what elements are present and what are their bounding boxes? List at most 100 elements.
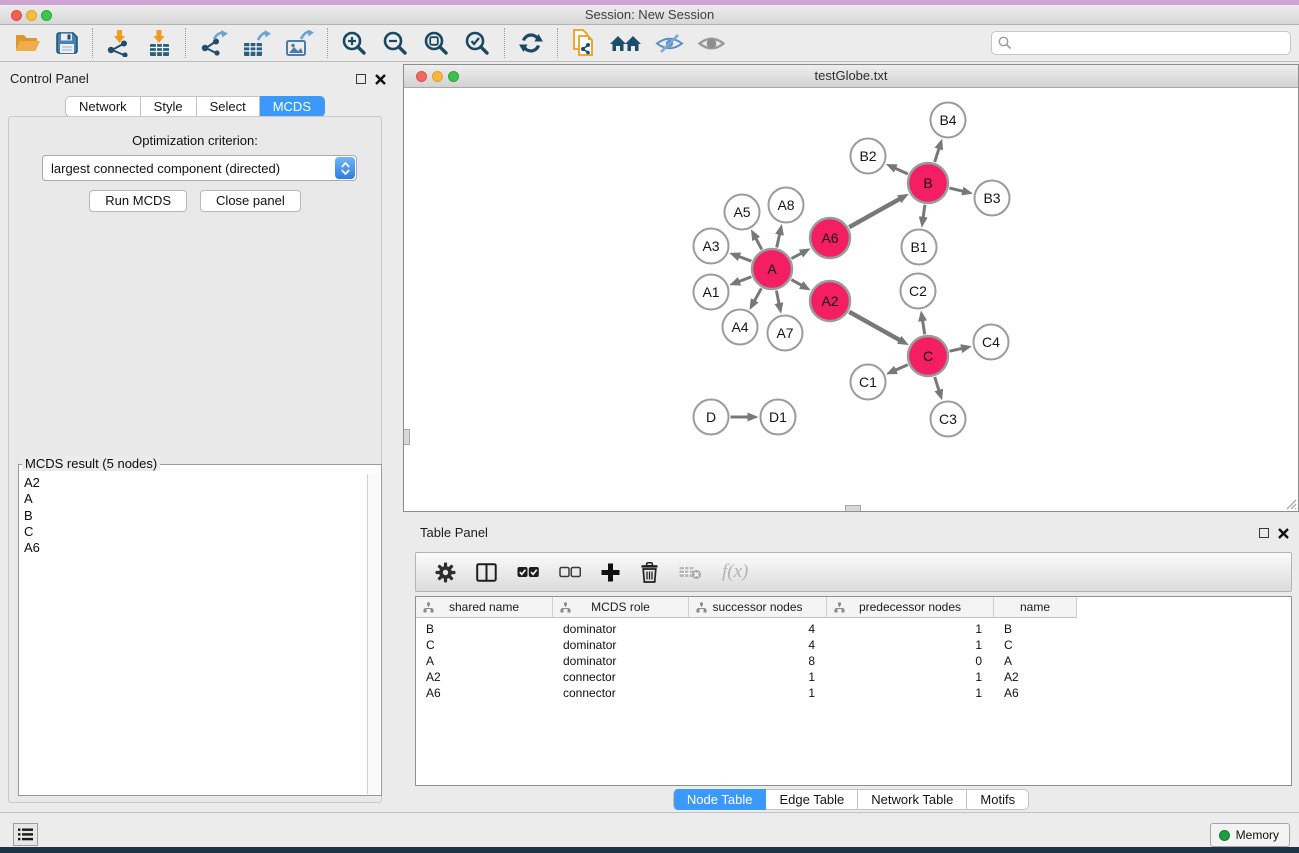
node-A[interactable]: A — [752, 249, 792, 289]
table-cell[interactable]: C — [416, 638, 553, 652]
mcds-result-item[interactable]: B — [20, 508, 366, 524]
table-row[interactable]: Cdominator41C — [416, 637, 1291, 653]
table-cell[interactable]: 1 — [689, 670, 827, 684]
column-header-predecessor-nodes[interactable]: predecessor nodes — [827, 597, 994, 618]
show-panels-button[interactable] — [691, 27, 732, 59]
table-row[interactable]: A2connector11A2 — [416, 669, 1291, 685]
column-header-MCDS-role[interactable]: MCDS role — [553, 597, 689, 618]
tab-network[interactable]: Network — [65, 96, 141, 117]
node-A7[interactable]: A7 — [768, 316, 803, 351]
table-cell[interactable]: 1 — [827, 622, 994, 636]
resize-grip-icon[interactable] — [1283, 496, 1297, 510]
node-A3[interactable]: A3 — [694, 229, 729, 264]
network-close-button[interactable] — [416, 71, 427, 82]
node-C1[interactable]: C1 — [851, 365, 886, 400]
edge-A6-B[interactable] — [849, 199, 900, 228]
table-row[interactable]: A6connector11A6 — [416, 685, 1291, 701]
import-table-button[interactable] — [139, 27, 179, 59]
table-cell[interactable]: connector — [553, 686, 689, 700]
table-cell[interactable]: dominator — [553, 622, 689, 636]
table-cell[interactable]: 8 — [689, 654, 827, 668]
node-A6[interactable]: A6 — [810, 218, 850, 258]
import-network-button[interactable] — [99, 27, 139, 59]
optimization-criterion-dropdown[interactable]: largest connected component (directed) — [42, 155, 357, 181]
column-header-name[interactable]: name — [994, 597, 1077, 618]
node-B1[interactable]: B1 — [902, 230, 937, 265]
table-cell[interactable]: B — [416, 622, 553, 636]
tab-select[interactable]: Select — [197, 96, 260, 117]
node-A8[interactable]: A8 — [769, 188, 804, 223]
table-cell[interactable]: 1 — [827, 670, 994, 684]
network-window-titlebar[interactable]: testGlobe.txt — [404, 65, 1298, 88]
node-B2[interactable]: B2 — [851, 139, 886, 174]
table-panel-float-button[interactable] — [1259, 528, 1269, 538]
home-button[interactable] — [603, 27, 648, 59]
birdseye-toggle-left[interactable] — [404, 429, 410, 445]
function-builder-button[interactable]: f(x) — [712, 561, 758, 583]
search-input[interactable] — [1016, 36, 1284, 50]
tab-motifs[interactable]: Motifs — [967, 789, 1029, 810]
tab-node-table[interactable]: Node Table — [673, 789, 767, 810]
table-panel-close-button[interactable] — [1278, 526, 1289, 544]
node-A5[interactable]: A5 — [725, 195, 760, 230]
mcds-result-item[interactable]: A2 — [20, 475, 366, 491]
table-cell[interactable]: dominator — [553, 638, 689, 652]
table-cell[interactable]: A2 — [416, 670, 553, 684]
table-settings-button[interactable] — [425, 562, 466, 583]
tab-network-table[interactable]: Network Table — [858, 789, 967, 810]
delete-table-button[interactable] — [669, 565, 712, 580]
table-cell[interactable]: A6 — [994, 686, 1077, 700]
dropdown-stepper-icon[interactable] — [335, 157, 355, 179]
node-D1[interactable]: D1 — [761, 400, 796, 435]
mcds-result-item[interactable]: A6 — [20, 540, 366, 556]
tab-style[interactable]: Style — [141, 96, 197, 117]
network-minimize-button[interactable] — [432, 71, 443, 82]
zoom-fit-button[interactable] — [416, 27, 457, 59]
table-cell[interactable]: A — [994, 654, 1077, 668]
duplicate-network-button[interactable] — [564, 27, 603, 59]
unselect-all-columns-button[interactable] — [549, 566, 591, 578]
table-cell[interactable]: 1 — [827, 686, 994, 700]
table-row[interactable]: Adominator80A — [416, 653, 1291, 669]
hide-panels-button[interactable] — [648, 27, 691, 59]
edge-C-C3[interactable] — [935, 377, 939, 391]
run-mcds-button[interactable]: Run MCDS — [89, 190, 187, 212]
birdseye-toggle-bottom[interactable] — [845, 505, 861, 511]
table-cell[interactable]: dominator — [553, 654, 689, 668]
network-zoom-button[interactable] — [448, 71, 459, 82]
edge-A-A7[interactable] — [776, 291, 779, 305]
table-cell[interactable]: A6 — [416, 686, 553, 700]
node-A4[interactable]: A4 — [723, 310, 758, 345]
delete-columns-button[interactable] — [630, 562, 669, 583]
table-row[interactable]: Bdominator41B — [416, 621, 1291, 637]
zoom-out-button[interactable] — [375, 27, 416, 59]
edge-A-A1[interactable] — [739, 277, 752, 282]
table-cell[interactable]: 4 — [689, 622, 827, 636]
close-panel-button[interactable]: Close panel — [200, 190, 301, 212]
edge-B-B4[interactable] — [935, 148, 939, 162]
zoom-selected-button[interactable] — [457, 27, 498, 59]
export-image-button[interactable] — [278, 27, 321, 59]
mcds-result-item[interactable]: C — [20, 524, 366, 540]
edge-B-B3[interactable] — [949, 188, 963, 191]
table-cell[interactable]: C — [994, 638, 1077, 652]
edge-A-A8[interactable] — [777, 234, 780, 248]
edge-C-C2[interactable] — [923, 320, 925, 334]
column-header-successor-nodes[interactable]: successor nodes — [689, 597, 827, 618]
save-session-button[interactable] — [48, 27, 86, 59]
node-C3[interactable]: C3 — [931, 402, 966, 437]
edge-B-B1[interactable] — [923, 205, 925, 218]
tab-edge-table[interactable]: Edge Table — [766, 789, 858, 810]
network-canvas[interactable]: B4B2BB3A8A5A6A3B1AA1C2A2A4A7C4CC1C3DD1 — [404, 88, 1298, 511]
control-panel-float-button[interactable] — [356, 74, 366, 84]
export-network-button[interactable] — [192, 27, 235, 59]
show-columns-button[interactable] — [466, 563, 507, 582]
export-table-button[interactable] — [235, 27, 278, 59]
control-panel-close-button[interactable] — [375, 72, 386, 90]
edge-B-B2[interactable] — [895, 168, 908, 174]
table-cell[interactable]: A2 — [994, 670, 1077, 684]
refresh-view-button[interactable] — [511, 27, 551, 59]
tab-mcds[interactable]: MCDS — [260, 96, 325, 117]
edge-A-A3[interactable] — [739, 256, 752, 261]
node-C[interactable]: C — [908, 336, 948, 376]
